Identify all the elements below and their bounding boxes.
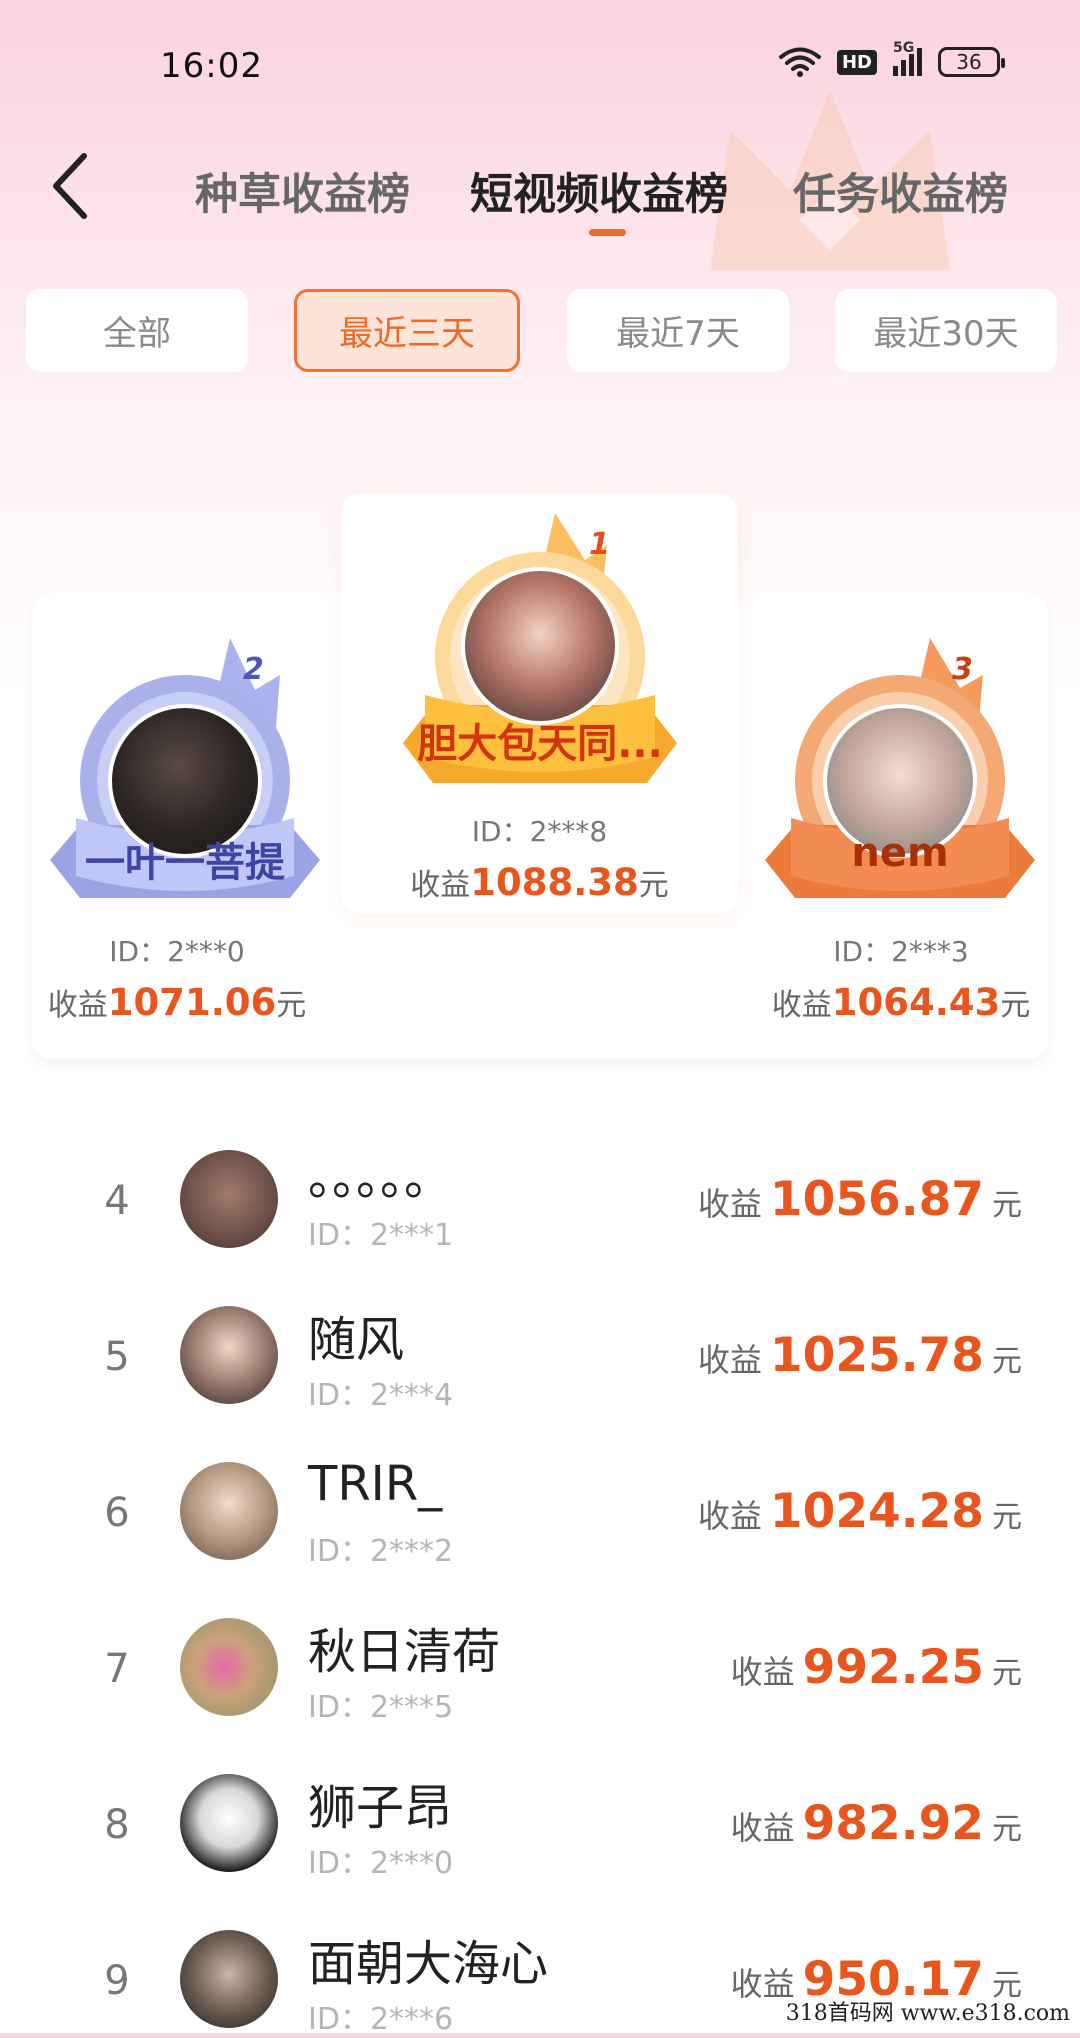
avatar — [180, 1462, 278, 1560]
podium-third-earnings: 收益1064.43元 — [756, 980, 1046, 1024]
list-item[interactable]: 8 狮子昂 ID：2***0 收益 982.92 元 — [0, 1774, 1080, 1884]
podium-third-id: ID：2***3 — [833, 935, 969, 968]
user-id: ID：2***1 — [308, 1218, 454, 1253]
podium-second-amount: 1071.06 — [107, 981, 277, 1024]
earnings-amount: 1025.78 — [769, 1328, 984, 1383]
filter-last-7-days[interactable]: 最近7天 — [567, 289, 789, 372]
rank-number: 7 — [104, 1646, 130, 1692]
currency-unit: 元 — [276, 988, 307, 1023]
avatar — [180, 1150, 278, 1248]
podium-first-rank: 1 — [589, 527, 610, 562]
row-earnings: 收益 992.25 元 — [731, 1640, 1022, 1695]
earnings-label: 收益 — [730, 1653, 795, 1691]
filter-all[interactable]: 全部 — [26, 289, 248, 372]
avatar — [180, 1618, 278, 1716]
user-name: 随风 — [308, 1312, 405, 1368]
podium-first-id: ID：2***8 — [471, 815, 608, 848]
avatar — [180, 1774, 278, 1872]
podium-first-earnings: 收益1088.38元 — [341, 860, 738, 904]
earnings-label: 收益 — [697, 1185, 762, 1223]
row-earnings: 收益 1025.78 元 — [698, 1328, 1022, 1383]
list-item[interactable]: 6 TRIR_ ID：2***2 收益 1024.28 元 — [0, 1456, 1080, 1572]
row-earnings: 收益 982.92 元 — [731, 1796, 1022, 1851]
podium-third-info: ID：2***3 收益1064.43元 — [756, 930, 1046, 1024]
currency-unit: 元 — [638, 868, 669, 903]
podium-first-info: ID：2***8 收益1088.38元 — [341, 810, 738, 904]
podium-first-name: 胆大包天同... — [417, 721, 663, 767]
status-time: 16:02 — [160, 46, 263, 86]
tab-short-video-earnings[interactable]: 短视频收益榜 — [470, 160, 728, 222]
earnings-label: 收益 — [697, 1341, 762, 1379]
list-item[interactable]: 4 。。。。。 ID：2***1 收益 1056.87 元 — [0, 1150, 1080, 1260]
row-earnings: 收益 1056.87 元 — [698, 1172, 1022, 1227]
earnings-amount: 1056.87 — [769, 1172, 984, 1227]
currency-unit: 元 — [992, 1344, 1022, 1379]
user-name: 狮子昂 — [308, 1780, 453, 1836]
earnings-amount: 982.92 — [802, 1796, 984, 1851]
rank-number: 6 — [104, 1490, 130, 1536]
podium-third-name: nem — [851, 830, 949, 876]
network-type: 5G — [893, 40, 915, 56]
podium-first-amount: 1088.38 — [470, 861, 639, 904]
list-item[interactable]: 7 秋日清荷 ID：2***5 收益 992.25 元 — [0, 1618, 1080, 1728]
rank-number: 8 — [104, 1802, 130, 1848]
user-id: ID：2***2 — [308, 1534, 454, 1569]
user-name: TRIR_ — [308, 1456, 443, 1512]
watermark: 318首码网 www.e318.com — [785, 2001, 1070, 2026]
podium-second-name: 一叶一菩提 — [85, 840, 285, 886]
earnings-label: 收益 — [697, 1497, 762, 1535]
earnings-amount: 992.25 — [802, 1640, 984, 1695]
currency-unit: 元 — [1000, 988, 1031, 1023]
filter-last-30-days[interactable]: 最近30天 — [835, 289, 1057, 372]
podium-second[interactable]: 2 一叶一菩提 — [40, 630, 330, 920]
avatar — [180, 1306, 278, 1404]
currency-unit: 元 — [992, 1188, 1022, 1223]
podium-third-rank: 3 — [952, 652, 973, 687]
podium-first[interactable]: 1 胆大包天同... — [395, 505, 685, 805]
rank-number: 9 — [104, 1958, 130, 2004]
podium-third-amount: 1064.43 — [831, 981, 1001, 1024]
active-tab-indicator — [589, 229, 626, 236]
tab-seeding-earnings[interactable]: 种草收益榜 — [195, 160, 410, 222]
podium-first-avatar — [461, 567, 619, 725]
row-earnings: 收益 1024.28 元 — [698, 1484, 1022, 1539]
podium-third[interactable]: 3 nem — [755, 630, 1045, 920]
tab-task-earnings[interactable]: 任务收益榜 — [793, 160, 1008, 222]
currency-unit: 元 — [992, 1812, 1022, 1847]
podium-second-earnings: 收益1071.06元 — [32, 980, 322, 1024]
earnings-amount: 1024.28 — [769, 1484, 984, 1539]
user-name: 面朝大海心 — [308, 1936, 549, 1992]
podium-second-info: ID：2***0 收益1071.06元 — [32, 930, 322, 1024]
user-id: ID：2***5 — [308, 1690, 454, 1725]
back-button[interactable] — [44, 148, 104, 224]
rank-number: 5 — [104, 1334, 130, 1380]
user-name: 。。。。。 — [308, 1150, 453, 1206]
user-id: ID：2***6 — [308, 2002, 454, 2037]
user-name: 秋日清荷 — [308, 1624, 501, 1680]
user-id: ID：2***4 — [308, 1378, 454, 1413]
avatar — [180, 1930, 278, 2028]
earnings-label: 收益 — [47, 988, 108, 1023]
rank-number: 4 — [104, 1178, 130, 1224]
earnings-label: 收益 — [730, 1809, 795, 1847]
currency-unit: 元 — [992, 1656, 1022, 1691]
currency-unit: 元 — [992, 1500, 1022, 1535]
earnings-label: 收益 — [410, 868, 471, 903]
filter-last-3-days[interactable]: 最近三天 — [294, 289, 520, 372]
earnings-label: 收益 — [771, 988, 832, 1023]
list-item[interactable]: 5 随风 ID：2***4 收益 1025.78 元 — [0, 1306, 1080, 1416]
podium-second-id: ID：2***0 — [109, 935, 245, 968]
podium-second-rank: 2 — [243, 652, 264, 687]
user-id: ID：2***0 — [308, 1846, 454, 1881]
